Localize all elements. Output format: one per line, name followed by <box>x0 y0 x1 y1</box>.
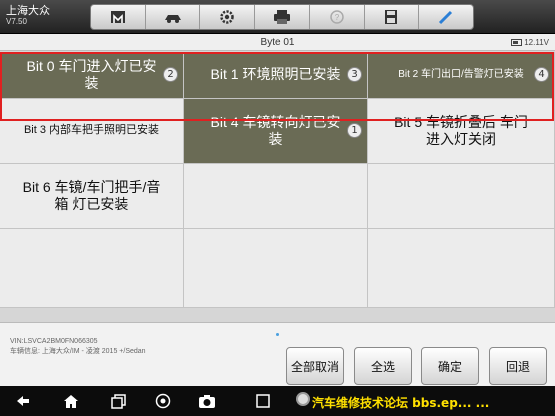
settings-icon <box>220 10 235 24</box>
selection-order-badge: 4 <box>534 67 549 82</box>
empty-cell <box>0 229 184 308</box>
bit-option-grid: Bit 0 车门进入灯已安装 2 Bit 1 环境照明已安装 3 Bit 2 车… <box>0 52 555 322</box>
nav-back-button[interactable] <box>12 391 34 411</box>
toolbar: ? <box>90 4 474 30</box>
screenshot-button[interactable] <box>252 391 274 411</box>
system-nav-bar: 汽车维修技术论坛 bbs.ep... ... <box>0 386 555 416</box>
footer: VIN:LSVCA2BM0FN066305 车辆信息: 上海大众/IM - 凌渡… <box>0 322 555 386</box>
empty-cell <box>184 229 368 308</box>
watermark-text: 汽车维修技术论坛 bbs.ep... ... <box>312 396 490 410</box>
edit-button[interactable] <box>419 5 473 29</box>
help-button[interactable]: ? <box>310 5 365 29</box>
vehicle-button[interactable] <box>146 5 201 29</box>
nav-home-button[interactable] <box>60 391 82 411</box>
home-button[interactable] <box>91 5 146 29</box>
option-bit-4[interactable]: Bit 4 车镜转向灯已安装 1 <box>184 99 368 164</box>
selection-order-badge: 2 <box>163 67 178 82</box>
svg-text:?: ? <box>335 13 340 22</box>
option-bit-1[interactable]: Bit 1 环境照明已安装 3 <box>184 52 368 99</box>
battery-voltage: 12.11V <box>524 38 549 47</box>
option-label: Bit 2 车门出口/告警灯已安装 <box>398 68 524 80</box>
help-icon: ? <box>329 10 344 24</box>
forum-logo-icon <box>296 392 310 406</box>
empty-cell <box>368 229 555 308</box>
option-bit-0[interactable]: Bit 0 车门进入灯已安装 2 <box>0 52 184 99</box>
vehicle-text: 车辆信息: 上海大众/IM - 凌渡 2015 +/Sedan <box>10 348 146 355</box>
edit-icon <box>439 10 453 25</box>
page-header: Byte 01 12.11V <box>0 34 555 51</box>
browser-button[interactable] <box>152 391 174 411</box>
camera-button[interactable] <box>196 391 218 411</box>
vehicle-info: VIN:LSVCA2BM0FN066305 车辆信息: 上海大众/IM - 凌渡… <box>10 337 146 357</box>
home-icon <box>64 395 78 408</box>
selection-order-badge: 3 <box>347 67 362 82</box>
printer-icon <box>274 10 291 24</box>
top-bar: 上海大众 V7.50 ? <box>0 0 555 34</box>
empty-cell <box>368 164 555 229</box>
battery-status: 12.11V <box>511 34 549 51</box>
vin-text: VIN:LSVCA2BM0FN066305 <box>10 338 98 345</box>
deselect-all-button[interactable]: 全部取消 <box>286 347 344 385</box>
camera-icon <box>199 395 215 408</box>
option-label: Bit 5 车镜折叠后 车门进入灯关闭 <box>394 113 528 148</box>
screenshot-icon <box>256 394 270 408</box>
option-label: Bit 3 内部车把手照明已安装 <box>23 124 160 137</box>
option-bit-5[interactable]: Bit 5 车镜折叠后 车门进入灯关闭 <box>368 99 555 164</box>
nav-recent-button[interactable] <box>108 391 130 411</box>
confirm-button[interactable]: 确定 <box>421 347 479 385</box>
option-label: Bit 1 环境照明已安装 <box>210 66 341 83</box>
app-version: V7.50 <box>6 17 27 26</box>
home-icon <box>110 11 125 23</box>
page-indicator-dot <box>276 333 279 336</box>
option-label: Bit 4 车镜转向灯已安装 <box>210 113 341 148</box>
battery-icon <box>511 39 523 47</box>
browser-icon <box>155 393 171 409</box>
page-title: Byte 01 <box>260 37 295 48</box>
option-label: Bit 0 车门进入灯已安装 <box>26 57 157 92</box>
option-label: Bit 6 车镜/车门把手/音箱 灯已安装 <box>22 178 161 213</box>
print-button[interactable] <box>255 5 310 29</box>
back-button[interactable]: 回退 <box>489 347 547 385</box>
back-icon <box>17 396 29 406</box>
save-icon <box>385 10 398 24</box>
app-title: 上海大众 <box>6 4 50 17</box>
selection-order-badge: 1 <box>347 123 362 138</box>
option-bit-3[interactable]: Bit 3 内部车把手照明已安装 <box>0 99 184 164</box>
empty-cell <box>184 164 368 229</box>
settings-button[interactable] <box>200 5 256 29</box>
brand: 上海大众 V7.50 <box>6 4 50 27</box>
option-bit-6[interactable]: Bit 6 车镜/车门把手/音箱 灯已安装 <box>0 164 184 229</box>
car-icon <box>164 15 181 23</box>
select-all-button[interactable]: 全选 <box>354 347 412 385</box>
save-button[interactable] <box>365 5 420 29</box>
option-bit-2[interactable]: Bit 2 车门出口/告警灯已安装 4 <box>368 52 555 99</box>
recent-apps-icon <box>111 394 126 409</box>
